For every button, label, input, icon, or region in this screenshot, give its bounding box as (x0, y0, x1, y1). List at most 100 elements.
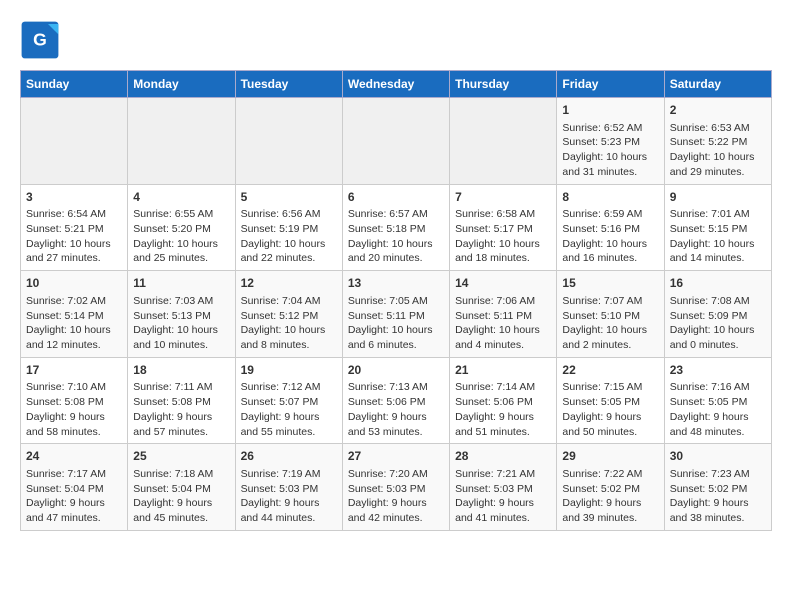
day-number: 23 (670, 362, 766, 379)
day-number: 5 (241, 189, 337, 206)
day-info: Sunset: 5:10 PM (562, 309, 658, 324)
day-info: Sunrise: 7:03 AM (133, 294, 229, 309)
calendar-cell: 17Sunrise: 7:10 AMSunset: 5:08 PMDayligh… (21, 357, 128, 444)
day-info: Sunset: 5:22 PM (670, 135, 766, 150)
calendar-cell: 10Sunrise: 7:02 AMSunset: 5:14 PMDayligh… (21, 271, 128, 358)
day-info: Daylight: 10 hours and 22 minutes. (241, 237, 337, 266)
day-info: Daylight: 10 hours and 0 minutes. (670, 323, 766, 352)
day-number: 24 (26, 448, 122, 465)
day-info: Sunset: 5:06 PM (348, 395, 444, 410)
day-number: 9 (670, 189, 766, 206)
day-info: Sunset: 5:03 PM (348, 482, 444, 497)
calendar: SundayMondayTuesdayWednesdayThursdayFrid… (20, 70, 772, 531)
day-info: Sunrise: 6:55 AM (133, 207, 229, 222)
day-number: 17 (26, 362, 122, 379)
day-info: Daylight: 9 hours and 48 minutes. (670, 410, 766, 439)
weekday-header: Sunday (21, 71, 128, 98)
calendar-cell: 26Sunrise: 7:19 AMSunset: 5:03 PMDayligh… (235, 444, 342, 531)
calendar-cell: 27Sunrise: 7:20 AMSunset: 5:03 PMDayligh… (342, 444, 449, 531)
day-info: Daylight: 10 hours and 8 minutes. (241, 323, 337, 352)
day-info: Sunset: 5:21 PM (26, 222, 122, 237)
day-info: Sunset: 5:08 PM (133, 395, 229, 410)
week-row: 1Sunrise: 6:52 AMSunset: 5:23 PMDaylight… (21, 98, 772, 185)
day-number: 7 (455, 189, 551, 206)
day-info: Sunset: 5:13 PM (133, 309, 229, 324)
day-info: Daylight: 10 hours and 18 minutes. (455, 237, 551, 266)
day-info: Daylight: 10 hours and 6 minutes. (348, 323, 444, 352)
weekday-header: Thursday (450, 71, 557, 98)
weekday-header: Saturday (664, 71, 771, 98)
day-number: 22 (562, 362, 658, 379)
day-number: 13 (348, 275, 444, 292)
weekday-header: Wednesday (342, 71, 449, 98)
week-row: 24Sunrise: 7:17 AMSunset: 5:04 PMDayligh… (21, 444, 772, 531)
calendar-cell: 6Sunrise: 6:57 AMSunset: 5:18 PMDaylight… (342, 184, 449, 271)
calendar-cell: 22Sunrise: 7:15 AMSunset: 5:05 PMDayligh… (557, 357, 664, 444)
day-info: Sunset: 5:18 PM (348, 222, 444, 237)
day-info: Daylight: 9 hours and 53 minutes. (348, 410, 444, 439)
day-info: Daylight: 9 hours and 45 minutes. (133, 496, 229, 525)
calendar-cell: 5Sunrise: 6:56 AMSunset: 5:19 PMDaylight… (235, 184, 342, 271)
calendar-cell: 13Sunrise: 7:05 AMSunset: 5:11 PMDayligh… (342, 271, 449, 358)
day-number: 1 (562, 102, 658, 119)
calendar-cell: 3Sunrise: 6:54 AMSunset: 5:21 PMDaylight… (21, 184, 128, 271)
day-info: Sunrise: 7:22 AM (562, 467, 658, 482)
day-info: Sunrise: 7:02 AM (26, 294, 122, 309)
day-info: Daylight: 9 hours and 41 minutes. (455, 496, 551, 525)
weekday-header: Friday (557, 71, 664, 98)
day-info: Sunset: 5:08 PM (26, 395, 122, 410)
day-number: 4 (133, 189, 229, 206)
day-info: Sunrise: 7:10 AM (26, 380, 122, 395)
week-row: 3Sunrise: 6:54 AMSunset: 5:21 PM Daylight… (21, 184, 772, 271)
calendar-cell: 23Sunrise: 7:16 AMSunset: 5:05 PMDayligh… (664, 357, 771, 444)
day-info: Sunset: 5:03 PM (455, 482, 551, 497)
calendar-cell: 29Sunrise: 7:22 AMSunset: 5:02 PMDayligh… (557, 444, 664, 531)
day-info: Sunrise: 6:52 AM (562, 121, 658, 136)
day-info: Sunrise: 6:54 AM (26, 207, 122, 222)
day-info: Sunrise: 7:21 AM (455, 467, 551, 482)
day-number: 2 (670, 102, 766, 119)
day-info: Sunrise: 7:06 AM (455, 294, 551, 309)
calendar-cell: 12Sunrise: 7:04 AMSunset: 5:12 PMDayligh… (235, 271, 342, 358)
day-info: Daylight: 10 hours and 14 minutes. (670, 237, 766, 266)
day-number: 8 (562, 189, 658, 206)
day-info: Sunset: 5:09 PM (670, 309, 766, 324)
day-info: Daylight: 9 hours and 51 minutes. (455, 410, 551, 439)
day-info: Sunrise: 7:11 AM (133, 380, 229, 395)
calendar-cell: 21Sunrise: 7:14 AMSunset: 5:06 PMDayligh… (450, 357, 557, 444)
day-info: Sunrise: 7:18 AM (133, 467, 229, 482)
calendar-cell: 15Sunrise: 7:07 AMSunset: 5:10 PMDayligh… (557, 271, 664, 358)
day-info: Sunset: 5:14 PM (26, 309, 122, 324)
day-info: Sunrise: 7:01 AM (670, 207, 766, 222)
day-info: Sunrise: 7:12 AM (241, 380, 337, 395)
day-number: 21 (455, 362, 551, 379)
day-info: Daylight: 10 hours and 31 minutes. (562, 150, 658, 179)
day-info: Sunset: 5:05 PM (562, 395, 658, 410)
svg-text:G: G (33, 30, 47, 50)
calendar-cell (450, 98, 557, 185)
weekday-header: Monday (128, 71, 235, 98)
day-info: Sunrise: 7:08 AM (670, 294, 766, 309)
calendar-cell (342, 98, 449, 185)
calendar-cell: 14Sunrise: 7:06 AMSunset: 5:11 PMDayligh… (450, 271, 557, 358)
day-info: Daylight: 9 hours and 39 minutes. (562, 496, 658, 525)
day-info: Daylight: 9 hours and 47 minutes. (26, 496, 122, 525)
calendar-cell: 18Sunrise: 7:11 AMSunset: 5:08 PMDayligh… (128, 357, 235, 444)
day-info: Sunrise: 7:04 AM (241, 294, 337, 309)
day-number: 27 (348, 448, 444, 465)
day-number: 20 (348, 362, 444, 379)
calendar-cell: 30Sunrise: 7:23 AMSunset: 5:02 PMDayligh… (664, 444, 771, 531)
calendar-cell: 20Sunrise: 7:13 AMSunset: 5:06 PMDayligh… (342, 357, 449, 444)
calendar-cell: 2Sunrise: 6:53 AMSunset: 5:22 PMDaylight… (664, 98, 771, 185)
day-info: Sunset: 5:02 PM (670, 482, 766, 497)
day-info: Daylight: 9 hours and 55 minutes. (241, 410, 337, 439)
day-number: 28 (455, 448, 551, 465)
day-number: 3 (26, 189, 122, 206)
logo: G (20, 20, 64, 60)
day-info: Sunset: 5:19 PM (241, 222, 337, 237)
calendar-cell: 1Sunrise: 6:52 AMSunset: 5:23 PMDaylight… (557, 98, 664, 185)
calendar-cell (128, 98, 235, 185)
calendar-cell: 11Sunrise: 7:03 AMSunset: 5:13 PMDayligh… (128, 271, 235, 358)
day-number: 11 (133, 275, 229, 292)
day-info: Sunset: 5:15 PM (670, 222, 766, 237)
